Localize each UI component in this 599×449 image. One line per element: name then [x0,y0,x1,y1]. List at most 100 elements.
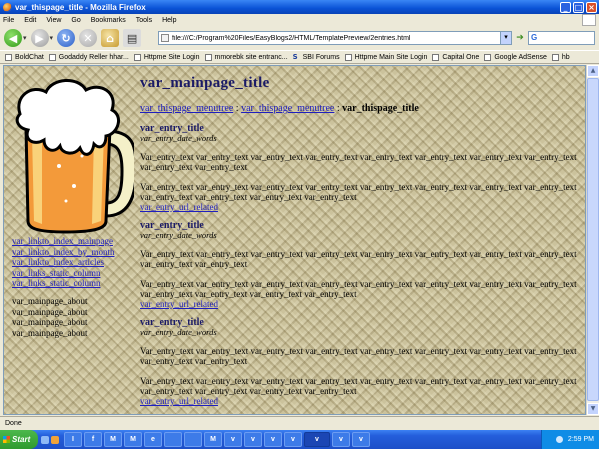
taskbar-button[interactable]: v [284,432,302,447]
taskbar-button[interactable] [184,432,202,447]
entry-text: Var_entry_text var_entry_text var_entry_… [140,152,577,172]
page-title: var_mainpage_title [140,75,270,91]
taskbar-button[interactable]: M [204,432,222,447]
taskbar-button[interactable]: v [352,432,370,447]
page-icon [48,53,56,61]
vertical-scrollbar[interactable]: ▲ ▼ [586,65,599,415]
taskbar-button[interactable] [164,432,182,447]
entry-date: var_entry_date_words [140,133,217,143]
forward-dropdown-icon[interactable]: ▾ [50,34,54,42]
bookmark-item[interactable]: S SBI Forums [293,53,340,61]
home-button[interactable]: ⌂ [101,29,120,47]
desktop-icon[interactable] [41,435,49,444]
browser-window: var_thispage_title - Mozilla Firefox _ □… [0,0,599,449]
taskbar-button[interactable]: M [104,432,122,447]
quick-launch [41,435,61,444]
firefox-icon[interactable] [51,435,59,444]
nav-link-by-month[interactable]: var_linkto_index_by_month [12,247,137,258]
taskbar-button[interactable]: I [64,432,82,447]
bookmark-item[interactable]: BoldChat [5,53,44,61]
about-line: var_mainpage_about [12,306,88,317]
taskbar-button-active[interactable]: v [304,432,330,447]
menu-bar: File Edit View Go Bookmarks Tools Help [0,14,599,26]
entry-text: Var_entry_text var_entry_text var_entry_… [140,182,577,202]
entry-date: var_entry_date_words [140,230,217,240]
url-bar[interactable]: file:///C:/Program%20Files/EasyBlogs2/HT… [158,31,512,45]
nav-link-static-column[interactable]: var_links_static_column [12,278,137,289]
close-button[interactable]: × [586,1,597,13]
clock: 2:59 PM [567,436,594,443]
main-column: var_mainpage_title var_thispage_menutree… [140,75,585,414]
about-section: var_mainpage_about var_mainpage_about va… [12,296,87,338]
left-nav: var_linkto_index_mainpage var_linkto_ind… [12,236,137,289]
menu-help[interactable]: Help [162,17,176,24]
maximize-button[interactable]: □ [573,1,584,13]
entry-text: Var_entry_text var_entry_text var_entry_… [140,346,577,366]
page-icon [133,53,141,61]
bookmark-item[interactable]: Godaddy Reller hhar... [48,53,129,61]
scroll-up-button[interactable]: ▲ [587,65,599,77]
scroll-down-button[interactable]: ▼ [587,403,599,415]
bookmark-item[interactable]: Httpme Site Login [133,53,200,61]
entry-related-link[interactable]: var_entry_url_related [140,396,585,406]
taskbar-button[interactable]: v [244,432,262,447]
back-button[interactable]: ◀ [4,29,22,47]
back-dropdown-icon[interactable]: ▾ [23,34,27,42]
reload-button[interactable]: ↻ [57,29,76,47]
firefox-icon [3,2,12,12]
title-bar[interactable]: var_thispage_title - Mozilla Firefox _ □… [0,0,599,14]
blog-entry: var_entry_title var_entry_date_words Var… [140,124,585,213]
entry-related-link[interactable]: var_entry_url_related [140,299,585,309]
breadcrumb-separator: : [334,103,343,114]
menu-file[interactable]: File [3,17,14,24]
search-input[interactable]: G [528,31,595,45]
bookmark-item[interactable]: Google AdSense [484,53,547,61]
go-button[interactable]: ➔ [515,31,525,45]
breadcrumb-link[interactable]: var_thispage_menutree [140,103,233,114]
menu-view[interactable]: View [46,17,61,24]
tray-icon[interactable] [555,436,563,443]
forward-button[interactable]: ▶ [30,29,49,47]
nav-link-static-column[interactable]: var_links_static_column [12,268,137,279]
status-bar: Done [0,416,599,430]
entry-text: Var_entry_text var_entry_text var_entry_… [140,279,577,299]
scroll-thumb[interactable] [587,78,599,401]
taskbar-button[interactable]: M [124,432,142,447]
stop-button[interactable]: ✕ [79,29,98,47]
taskbar-button[interactable]: e [144,432,162,447]
breadcrumb-link[interactable]: var_thispage_menutree [241,103,334,114]
breadcrumb-separator: : [233,103,242,114]
breadcrumb: var_thispage_menutree : var_thispage_men… [140,103,585,114]
url-dropdown-icon[interactable]: ▾ [500,32,511,44]
about-line: var_mainpage_about [12,327,88,338]
bookmark-item[interactable]: hb [551,53,570,61]
page-icon [344,53,352,61]
menu-bookmarks[interactable]: Bookmarks [91,17,126,24]
about-line: var_mainpage_about [12,317,88,327]
url-text[interactable]: file:///C:/Program%20Files/EasyBlogs2/HT… [172,35,500,42]
start-button[interactable]: Start [0,430,38,449]
page-icon [432,53,440,61]
print-button[interactable]: ▤ [123,29,142,47]
entry-text: Var_entry_text var_entry_text var_entry_… [140,249,577,269]
minimize-button[interactable]: _ [560,1,571,13]
breadcrumb-current: var_thispage_title [342,103,419,114]
entry-related-link[interactable]: var_entry_url_related [140,202,585,212]
menu-edit[interactable]: Edit [24,17,36,24]
menu-tools[interactable]: Tools [136,17,152,24]
bookmark-item[interactable]: Capital One [432,53,479,61]
menu-go[interactable]: Go [71,17,80,24]
nav-link-mainpage[interactable]: var_linkto_index_mainpage [12,236,137,247]
beer-mug-logo [15,79,134,234]
entry-text: Var_entry_text var_entry_text var_entry_… [140,376,577,396]
page-icon [551,53,559,61]
taskbar-button[interactable]: f [84,432,102,447]
taskbar-button[interactable]: v [224,432,242,447]
taskbar-button[interactable]: v [332,432,350,447]
nav-link-articles[interactable]: var_linkto_index_articles [12,257,137,268]
bookmark-item[interactable]: Httpme Main Site Login [344,53,427,61]
blog-entry: var_entry_title var_entry_date_words Var… [140,221,585,310]
bookmark-item[interactable]: mmorebk site entranc... [204,53,288,61]
page-icon [484,53,492,61]
taskbar-button[interactable]: v [264,432,282,447]
